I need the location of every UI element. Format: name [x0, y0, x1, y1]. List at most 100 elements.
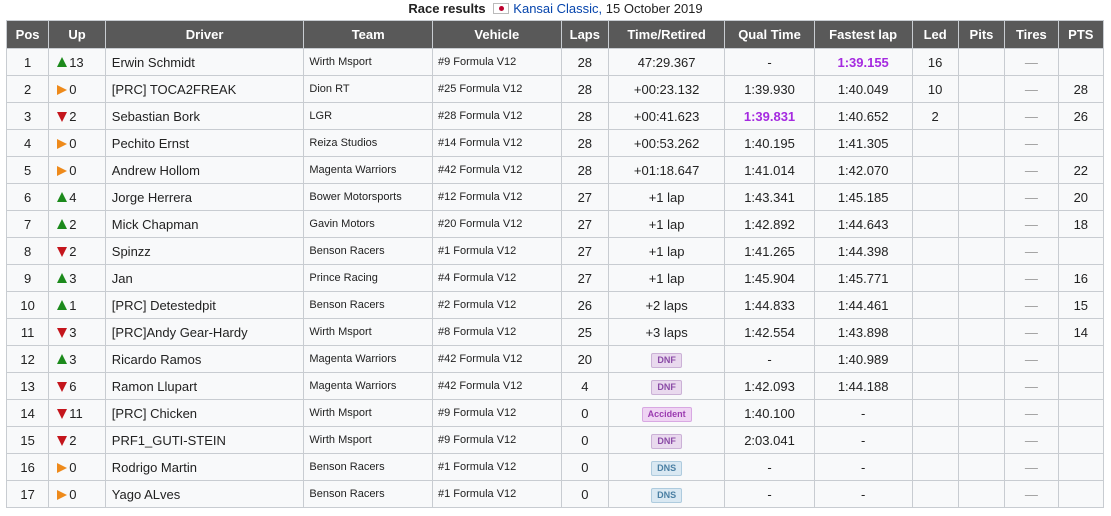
table-caption: Race results Kansai Classic, 15 October …: [0, 0, 1111, 20]
led-cell: [911, 345, 959, 373]
pos-cell: 8: [5, 237, 50, 265]
pos-cell: 11: [5, 318, 50, 346]
column-header-laps[interactable]: Laps: [560, 20, 609, 49]
up-arrow-icon: [57, 218, 68, 229]
fastest-lap-cell: 1:44.188: [813, 372, 913, 400]
pits-cell: [957, 291, 1006, 319]
pos-cell: 16: [5, 453, 50, 481]
table-row: 4 0 Pechito Ernst Reiza Studios #14 Formula …: [5, 129, 1105, 157]
vehicle-cell: #42 Formula V12: [432, 156, 562, 184]
driver-cell: [PRC]Andy Gear-Hardy: [104, 318, 305, 346]
table-row: 8 2 Spinzz Benson Racers #1 Formula V12 27 +1 …: [5, 237, 1105, 265]
column-header-up[interactable]: Up: [48, 20, 106, 49]
column-header-qual-time[interactable]: Qual Time: [724, 20, 815, 49]
position-change-value: 2: [69, 216, 77, 232]
position-change-cell: 3: [48, 345, 106, 373]
table-row: 17 0 Yago ALves Benson Racers #1 Formula V12…: [5, 480, 1105, 508]
pits-cell: [957, 156, 1006, 184]
time-retired-cell: +01:18.647: [607, 156, 726, 184]
pos-cell: 4: [5, 129, 50, 157]
column-header-led[interactable]: Led: [911, 20, 959, 49]
team-cell: Prince Racing: [303, 264, 434, 292]
laps-cell: 4: [560, 372, 609, 400]
driver-cell: Ricardo Ramos: [104, 345, 305, 373]
column-header-driver[interactable]: Driver: [104, 20, 305, 49]
right-arrow-icon: [57, 165, 68, 176]
tires-cell: —: [1004, 102, 1059, 130]
team-cell: Benson Racers: [303, 453, 434, 481]
column-header-pos[interactable]: Pos: [5, 20, 50, 49]
pits-cell: [957, 102, 1006, 130]
pos-cell: 9: [5, 264, 50, 292]
time-retired-cell: +1 lap: [607, 210, 726, 238]
time-retired-cell: +2 laps: [607, 291, 726, 319]
vehicle-cell: #42 Formula V12: [432, 345, 562, 373]
qual-time-cell: 1:39.831: [724, 102, 815, 130]
led-cell: [911, 156, 959, 184]
table-row: 10 1 [PRC] Detestedpit Benson Racers #2 Form…: [5, 291, 1105, 319]
qual-time-cell: -: [724, 453, 815, 481]
column-header-vehicle[interactable]: Vehicle: [432, 20, 562, 49]
qual-time-cell: 1:41.014: [724, 156, 815, 184]
down-arrow-icon: [57, 408, 68, 419]
position-change-value: 13: [69, 54, 84, 70]
team-cell: Benson Racers: [303, 480, 434, 508]
column-header-pts[interactable]: PTS: [1057, 20, 1105, 49]
driver-cell: Pechito Ernst: [104, 129, 305, 157]
up-arrow-icon: [57, 56, 68, 67]
column-header-team[interactable]: Team: [303, 20, 434, 49]
pos-cell: 5: [5, 156, 50, 184]
qual-time-cell: 1:42.554: [724, 318, 815, 346]
led-cell: [911, 480, 959, 508]
pts-cell: [1057, 480, 1105, 508]
pos-cell: 2: [5, 75, 50, 103]
position-change-value: 0: [69, 81, 77, 97]
time-retired-cell: DNF: [607, 345, 726, 373]
time-retired-cell: +00:23.132: [607, 75, 726, 103]
tires-cell: —: [1004, 183, 1059, 211]
laps-cell: 0: [560, 426, 609, 454]
driver-cell: [PRC] Detestedpit: [104, 291, 305, 319]
pits-cell: [957, 183, 1006, 211]
column-header-fastest-lap[interactable]: Fastest lap: [813, 20, 913, 49]
position-change-cell: 2: [48, 237, 106, 265]
column-header-time-retired[interactable]: Time/Retired: [607, 20, 726, 49]
column-header-tires[interactable]: Tires: [1004, 20, 1059, 49]
pos-cell: 10: [5, 291, 50, 319]
tires-cell: —: [1004, 156, 1059, 184]
down-arrow-icon: [57, 381, 68, 392]
led-cell: [911, 237, 959, 265]
right-arrow-icon: [57, 84, 68, 95]
position-change-cell: 0: [48, 453, 106, 481]
fastest-lap-cell: -: [813, 480, 913, 508]
time-retired-cell: Accident: [607, 399, 726, 427]
team-cell: Dion RT: [303, 75, 434, 103]
pos-cell: 1: [5, 48, 50, 76]
table-row: 3 2 Sebastian Bork LGR #28 Formula V12 28 +00:…: [5, 102, 1105, 130]
time-retired-cell: +00:53.262: [607, 129, 726, 157]
event-link[interactable]: Kansai Classic,: [513, 1, 602, 16]
tires-cell: —: [1004, 264, 1059, 292]
pos-cell: 14: [5, 399, 50, 427]
vehicle-cell: #9 Formula V12: [432, 426, 562, 454]
laps-cell: 25: [560, 318, 609, 346]
tires-cell: —: [1004, 426, 1059, 454]
fastest-lap-cell: 1:40.989: [813, 345, 913, 373]
table-row: 15 2 PRF1_GUTI-STEIN Wirth Msport #9 Formula…: [5, 426, 1105, 454]
position-change-value: 3: [69, 324, 77, 340]
tires-cell: —: [1004, 129, 1059, 157]
vehicle-cell: #20 Formula V12: [432, 210, 562, 238]
pits-cell: [957, 48, 1006, 76]
table-row: 6 4 Jorge Herrera Bower Motorsports #12 Form…: [5, 183, 1105, 211]
position-change-cell: 2: [48, 210, 106, 238]
laps-cell: 27: [560, 183, 609, 211]
tires-cell: —: [1004, 345, 1059, 373]
driver-cell: Andrew Hollom: [104, 156, 305, 184]
column-header-pits[interactable]: Pits: [957, 20, 1006, 49]
down-arrow-icon: [57, 111, 68, 122]
pits-cell: [957, 75, 1006, 103]
team-cell: Bower Motorsports: [303, 183, 434, 211]
status-badge: DNS: [651, 487, 683, 503]
pits-cell: [957, 372, 1006, 400]
pts-cell: 14: [1057, 318, 1105, 346]
